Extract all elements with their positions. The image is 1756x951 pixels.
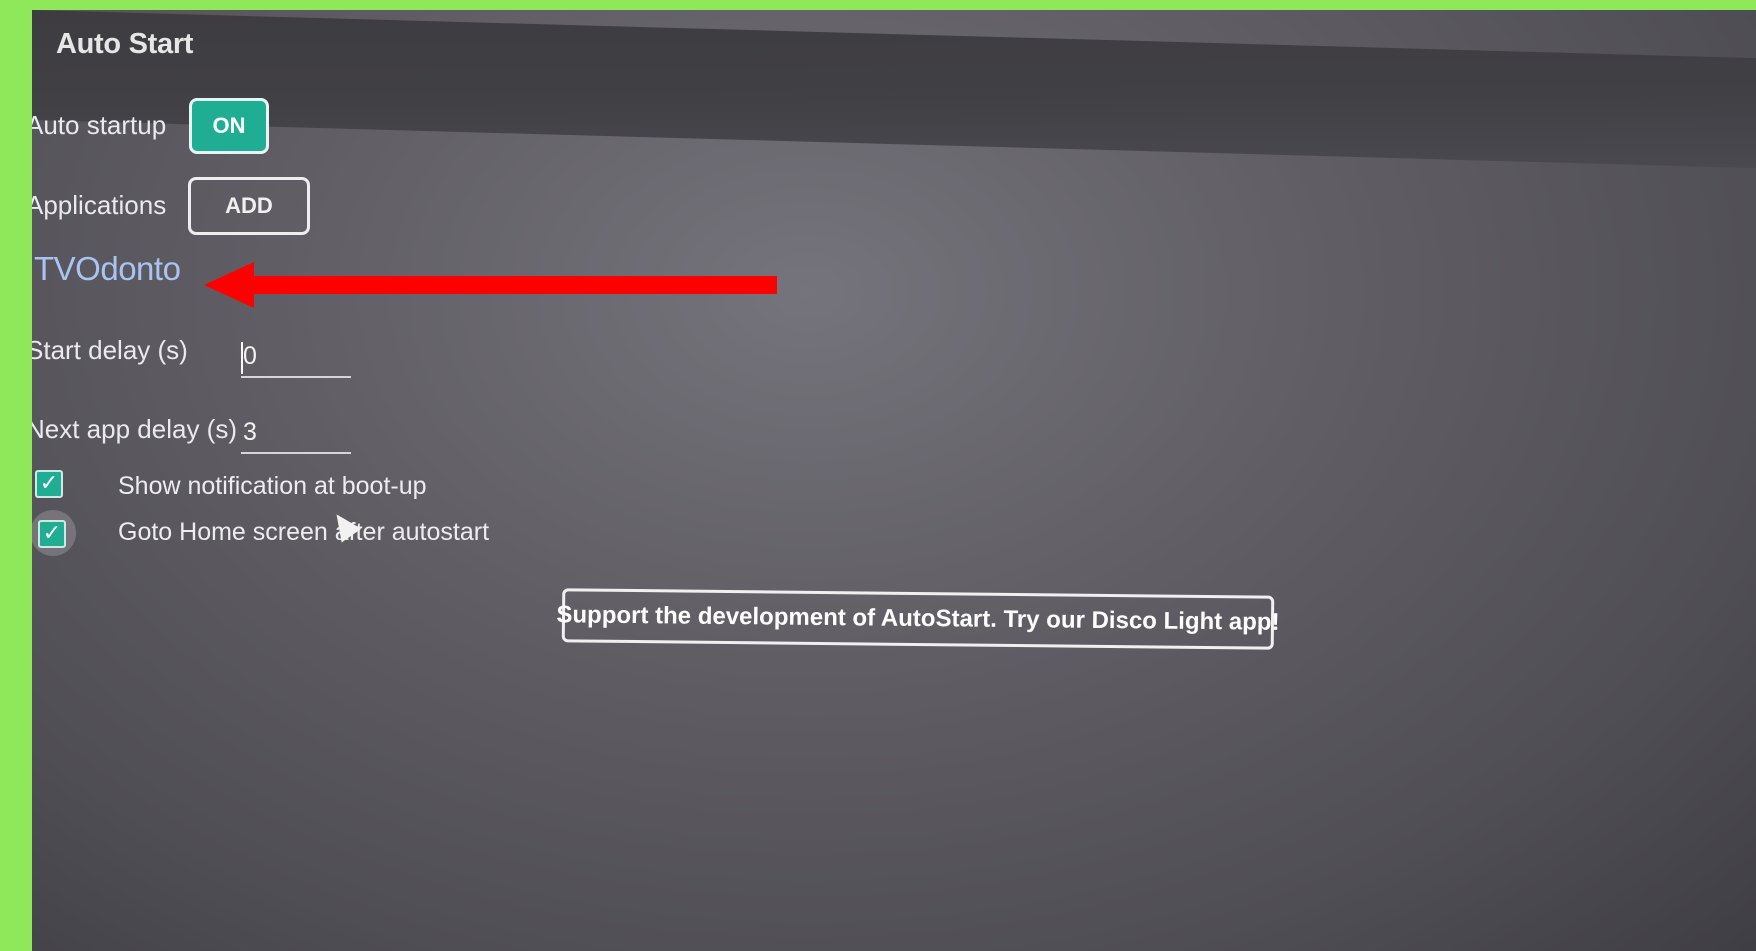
tv-screen: Auto Start Auto startup ON Applications … [32,10,1756,951]
auto-startup-label: Auto startup [32,110,167,140]
app-bar [32,10,1756,169]
goto-home-checkbox[interactable]: ✓ [38,520,66,548]
next-app-delay-label: Next app delay (s) [32,414,237,444]
goto-home-label: Goto Home screen after autostart [118,518,490,546]
app-title: Auto Start [56,28,194,60]
start-delay-input[interactable]: 0 [241,338,351,378]
add-application-button[interactable]: ADD [188,177,310,235]
applications-label: Applications [32,190,167,220]
check-icon: ✓ [39,470,59,495]
text-caret [241,342,243,374]
auto-startup-toggle[interactable]: ON [189,98,269,154]
show-notification-label: Show notification at boot-up [118,472,427,500]
next-app-delay-value: 3 [243,418,257,446]
start-delay-value: 0 [243,342,257,370]
show-notification-checkbox[interactable]: ✓ [35,470,63,498]
check-icon: ✓ [42,520,62,545]
disco-light-promo-button[interactable]: Support the development of AutoStart. Tr… [556,588,1280,650]
red-arrow-shaft [247,276,777,294]
next-app-delay-input[interactable]: 3 [241,414,351,454]
application-item[interactable]: TVOdonto [34,250,181,288]
start-delay-label: Start delay (s) [32,335,188,365]
red-arrow-icon [204,262,254,308]
